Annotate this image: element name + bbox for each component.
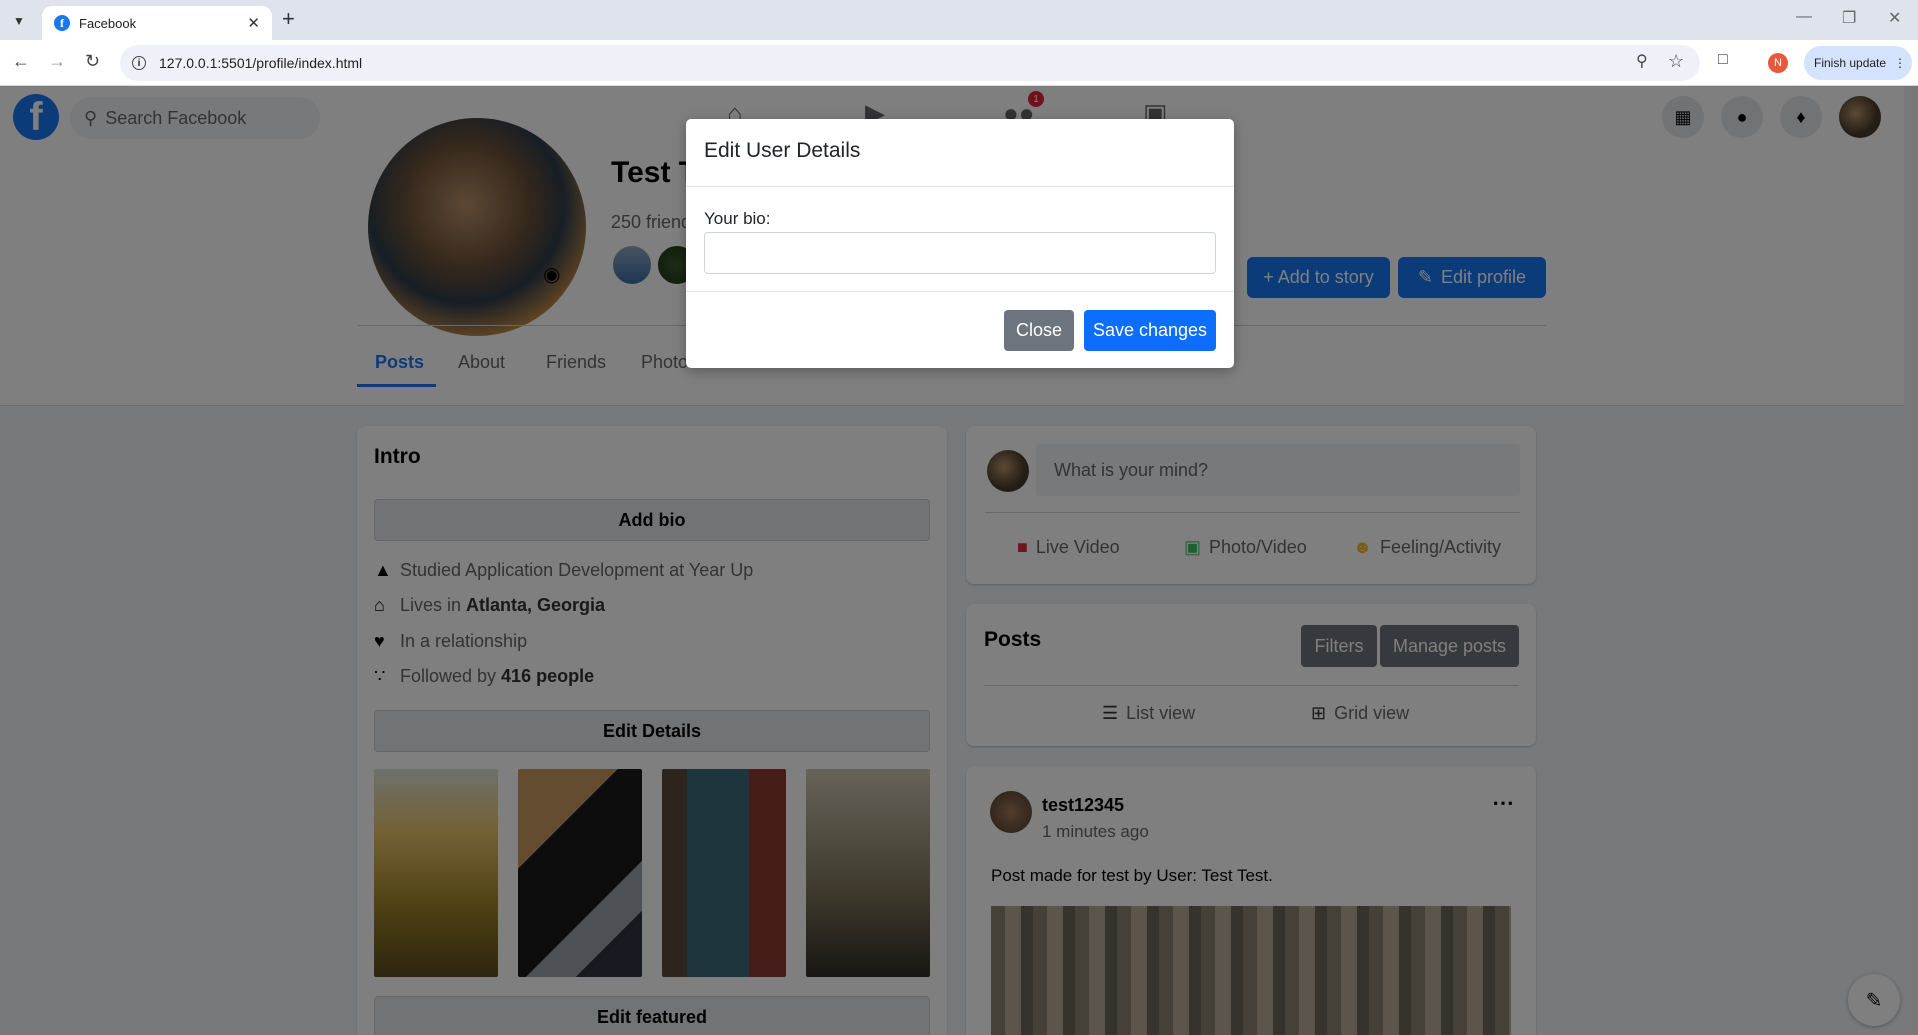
tab-search-icon[interactable]: ▼ (8, 10, 30, 32)
finish-update-button[interactable]: Finish update ⋮ (1804, 46, 1912, 80)
edit-user-details-modal: Edit User Details Your bio: Close Save c… (686, 119, 1234, 368)
tab-title: Facebook (79, 15, 137, 31)
site-info-icon[interactable]: i (132, 56, 146, 70)
browser-tab[interactable]: f Facebook ✕ (42, 6, 272, 40)
back-icon[interactable]: ← (12, 51, 30, 72)
new-tab-icon[interactable]: + (282, 6, 295, 32)
modal-header-divider (686, 186, 1234, 187)
address-bar[interactable]: i 127.0.0.1:5501/profile/index.html (120, 45, 1700, 81)
url-text: 127.0.0.1:5501/profile/index.html (159, 55, 363, 71)
zoom-icon[interactable]: ⚲ (1636, 51, 1648, 71)
bookmark-star-icon[interactable]: ☆ (1668, 51, 1684, 72)
bio-label: Your bio: (704, 209, 771, 228)
forward-icon[interactable]: → (48, 51, 66, 72)
modal-footer-divider (686, 291, 1234, 292)
bio-input[interactable] (704, 232, 1216, 274)
minimize-icon[interactable]: — (1796, 8, 1812, 26)
save-changes-button[interactable]: Save changes (1084, 310, 1216, 351)
more-menu-icon[interactable]: ⋮ (1894, 56, 1906, 70)
close-tab-icon[interactable]: ✕ (247, 14, 260, 32)
facebook-favicon-icon: f (54, 15, 70, 31)
browser-profile-avatar[interactable]: N (1768, 53, 1788, 73)
modal-title: Edit User Details (704, 139, 861, 162)
reload-icon[interactable]: ↻ (85, 51, 100, 72)
extensions-icon[interactable]: □ (1718, 51, 1728, 69)
close-window-icon[interactable]: ✕ (1888, 8, 1901, 28)
finish-update-label: Finish update (1814, 56, 1887, 70)
close-button[interactable]: Close (1004, 310, 1074, 351)
restore-icon[interactable]: ❐ (1842, 8, 1856, 28)
